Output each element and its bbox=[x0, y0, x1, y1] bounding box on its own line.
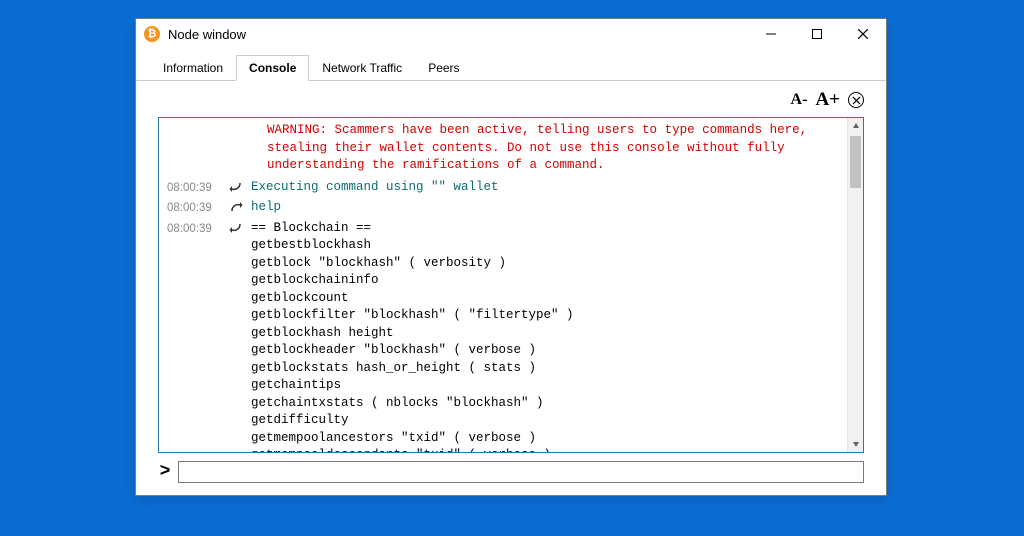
sent-icon bbox=[229, 199, 251, 220]
maximize-button[interactable] bbox=[794, 19, 840, 49]
received-icon bbox=[229, 220, 251, 454]
bitcoin-icon: ₿ bbox=[144, 26, 160, 42]
console-text: help bbox=[251, 199, 837, 220]
window-title: Node window bbox=[168, 27, 748, 42]
clear-console-button[interactable] bbox=[848, 92, 864, 108]
received-icon bbox=[229, 179, 251, 200]
titlebar: ₿ Node window bbox=[136, 19, 886, 49]
tab-network-traffic[interactable]: Network Traffic bbox=[309, 55, 415, 81]
scrollbar[interactable] bbox=[847, 118, 863, 452]
scroll-up-button[interactable] bbox=[848, 118, 863, 134]
tab-peers[interactable]: Peers bbox=[415, 55, 472, 81]
prompt-icon: > bbox=[158, 462, 172, 482]
scroll-thumb[interactable] bbox=[850, 136, 861, 188]
console-text: == Blockchain == getbestblockhash getblo… bbox=[251, 220, 837, 454]
console-text: Executing command using "" wallet bbox=[251, 179, 837, 200]
tabs: Information Console Network Traffic Peer… bbox=[136, 51, 886, 81]
console-input-row: > bbox=[158, 461, 864, 483]
timestamp: 08:00:39 bbox=[167, 220, 229, 454]
console-row: 08:00:39 == Blockchain == getbestblockhas… bbox=[167, 220, 837, 454]
timestamp: 08:00:39 bbox=[167, 179, 229, 200]
console-panel: A- A+ WARNING: Scammers have been active… bbox=[136, 81, 886, 495]
timestamp: 08:00:39 bbox=[167, 199, 229, 220]
console-row: 08:00:39 Executing command using "" walle… bbox=[167, 179, 837, 200]
console-toolbar: A- A+ bbox=[158, 89, 864, 111]
minimize-button[interactable] bbox=[748, 19, 794, 49]
tab-information[interactable]: Information bbox=[150, 55, 236, 81]
close-button[interactable] bbox=[840, 19, 886, 49]
tab-console[interactable]: Console bbox=[236, 55, 309, 81]
console-input[interactable] bbox=[178, 461, 864, 483]
window-controls bbox=[748, 19, 886, 49]
font-larger-button[interactable]: A+ bbox=[815, 89, 840, 111]
scroll-down-button[interactable] bbox=[848, 436, 863, 452]
console-output: WARNING: Scammers have been active, tell… bbox=[158, 117, 864, 453]
console-warning: WARNING: Scammers have been active, tell… bbox=[167, 122, 837, 179]
node-window: ₿ Node window Information Console Networ… bbox=[135, 18, 887, 496]
font-smaller-button[interactable]: A- bbox=[791, 91, 808, 109]
console-row: 08:00:39 help bbox=[167, 199, 837, 220]
